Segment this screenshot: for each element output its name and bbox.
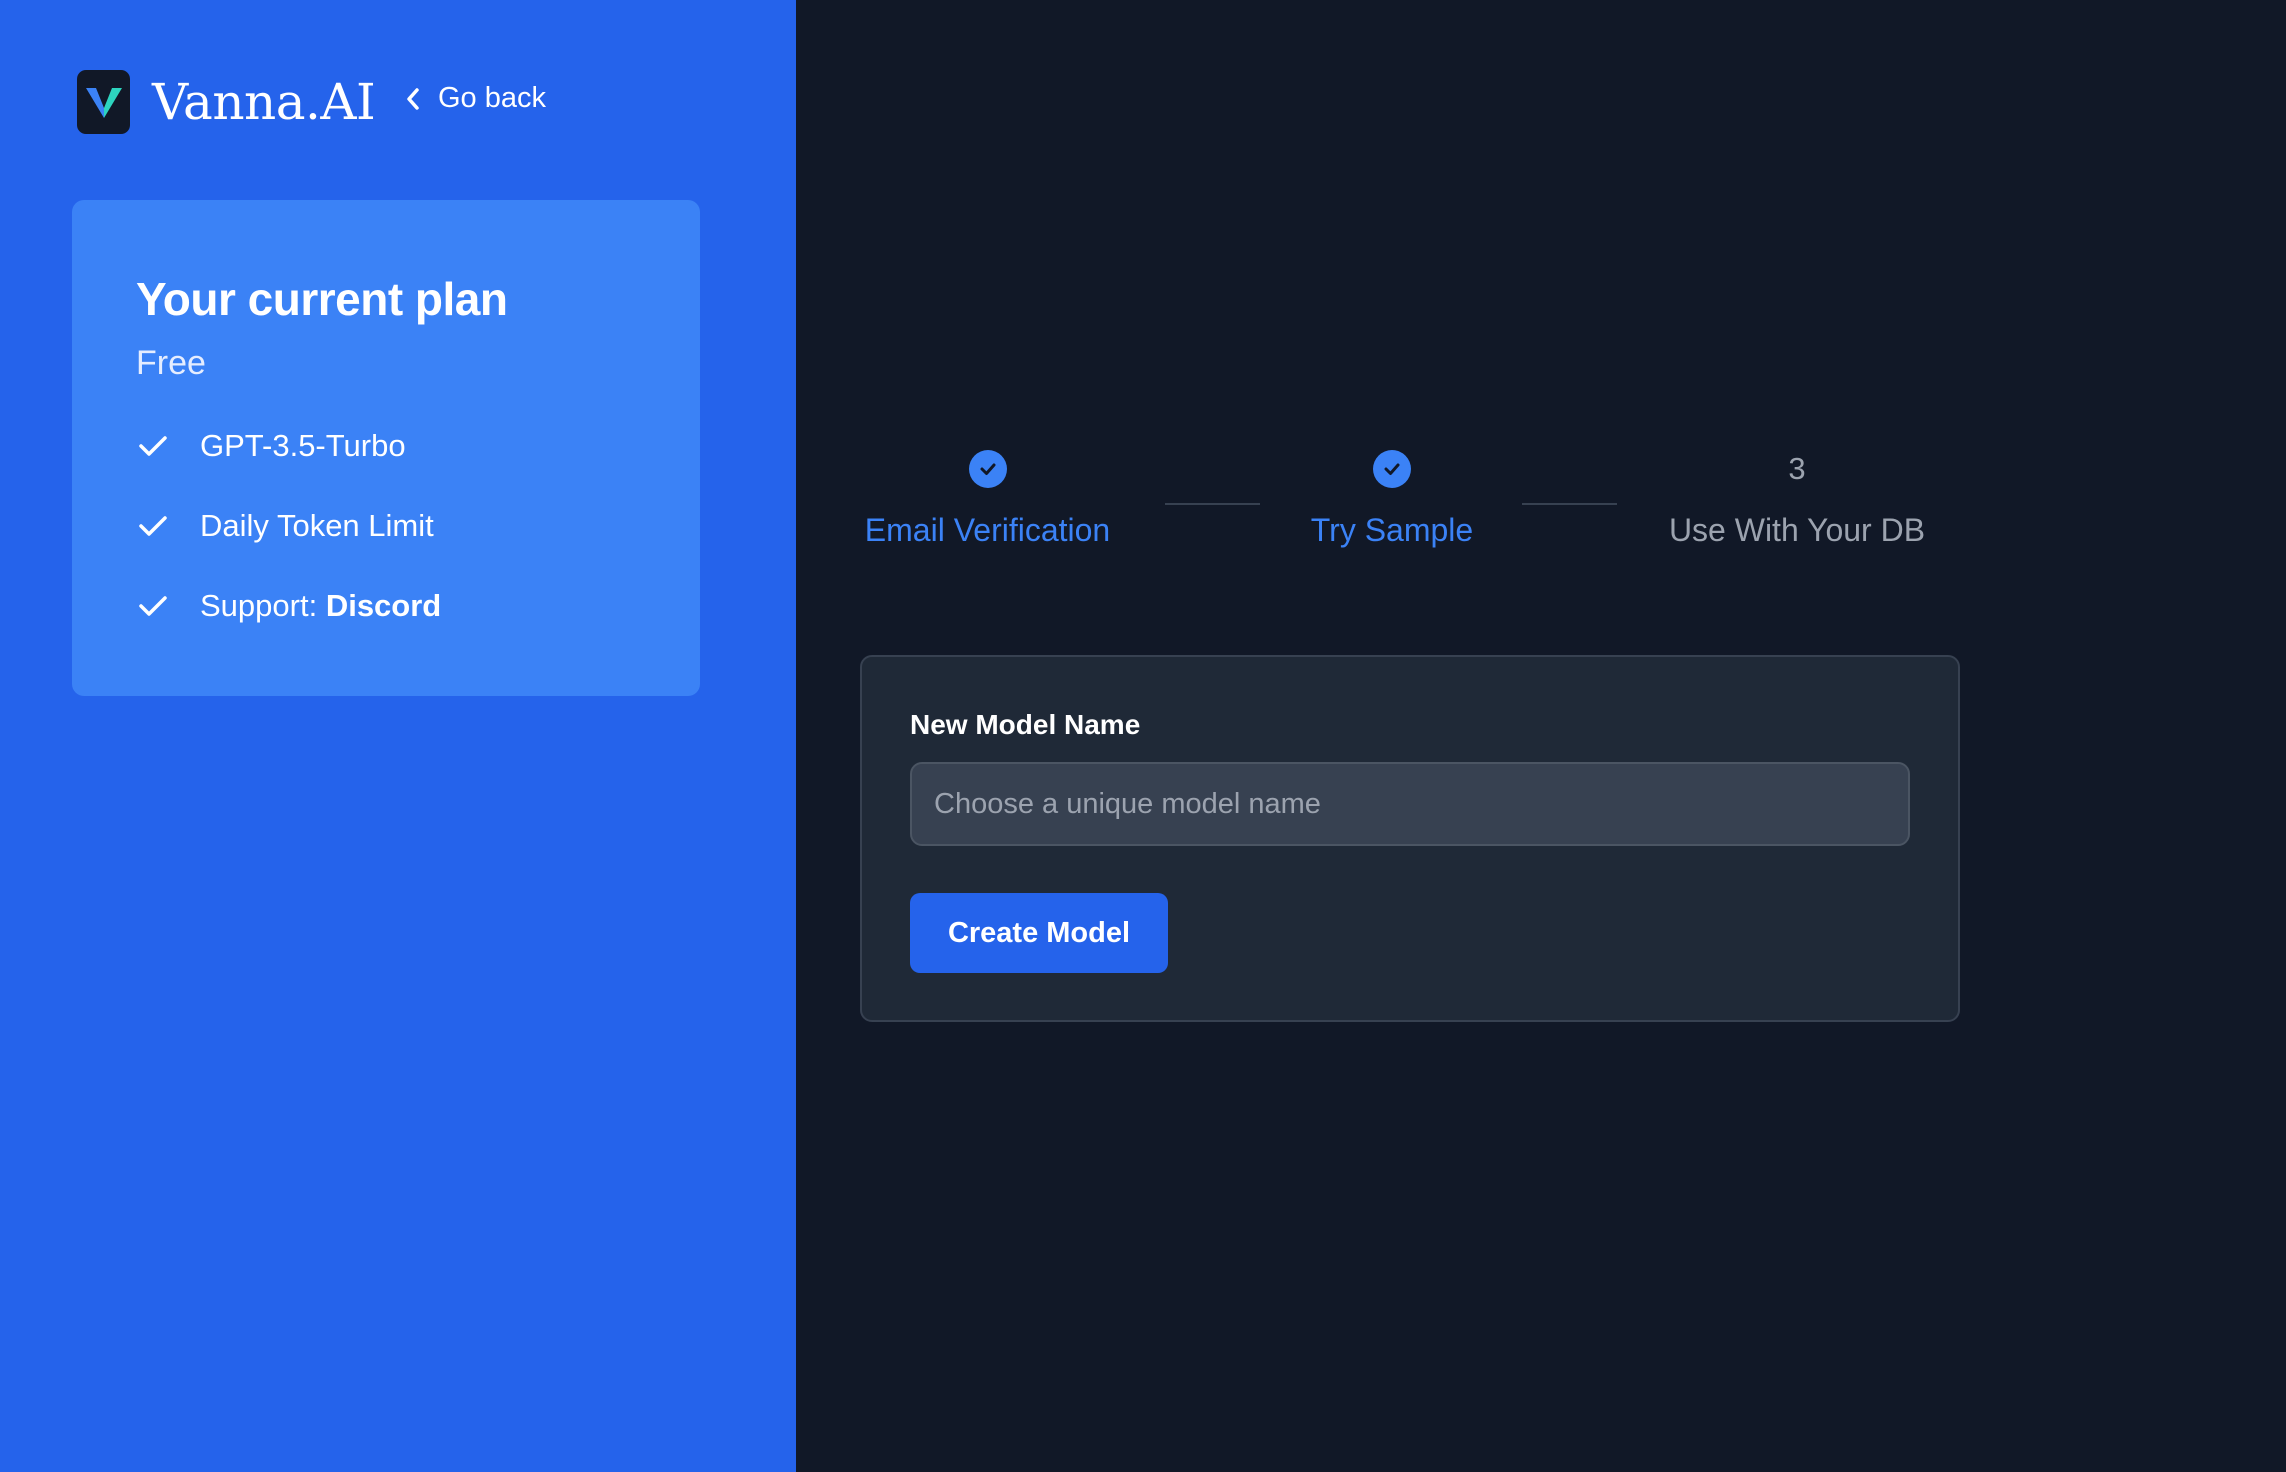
create-model-button[interactable]: Create Model [910,893,1168,973]
chevron-left-icon [407,87,419,110]
step-connector [1165,503,1260,505]
model-name-input[interactable] [910,762,1910,846]
step-connector [1522,503,1617,505]
support-prefix: Support: [200,588,326,623]
step-label: Try Sample [1310,512,1474,548]
plan-feature-label: GPT-3.5-Turbo [200,428,406,463]
vanna-logo-icon [77,70,130,134]
check-circle-icon [968,450,1007,488]
step-number: 3 [1788,451,1806,486]
check-icon [139,596,167,616]
go-back-label: Go back [438,82,546,114]
plan-feature-model: GPT-3.5-Turbo [136,428,406,464]
step-label: Use With Your DB [1668,512,1926,548]
step-label: Email Verification [864,512,1111,548]
check-icon [139,516,167,536]
step-use-with-db: 3 Use With Your DB [1652,450,1942,549]
model-name-label: New Model Name [910,709,1141,740]
plan-feature-support: Support: Discord [136,588,441,624]
brand-name: Vanna.AI [152,73,376,131]
left-panel: Vanna.AI Go back Your current plan Free … [0,0,796,1472]
check-icon [139,436,167,456]
plan-feature-label: Support: Discord [200,588,441,624]
plan-title: Your current plan [136,273,508,325]
plan-feature-token-limit: Daily Token Limit [136,508,434,544]
check-circle-icon [1373,450,1411,488]
plan-tier: Free [136,344,206,382]
new-model-form: New Model Name Create Model [860,655,1960,1022]
plan-card: Your current plan Free GPT-3.5-Turbo Dai… [72,200,700,696]
go-back-link[interactable]: Go back [404,82,546,115]
support-discord-link[interactable]: Discord [326,588,441,623]
step-try-sample: Try Sample [1292,450,1492,549]
brand: Vanna.AI [77,70,376,134]
step-email-verification: Email Verification [860,450,1115,549]
plan-feature-label: Daily Token Limit [200,508,434,543]
